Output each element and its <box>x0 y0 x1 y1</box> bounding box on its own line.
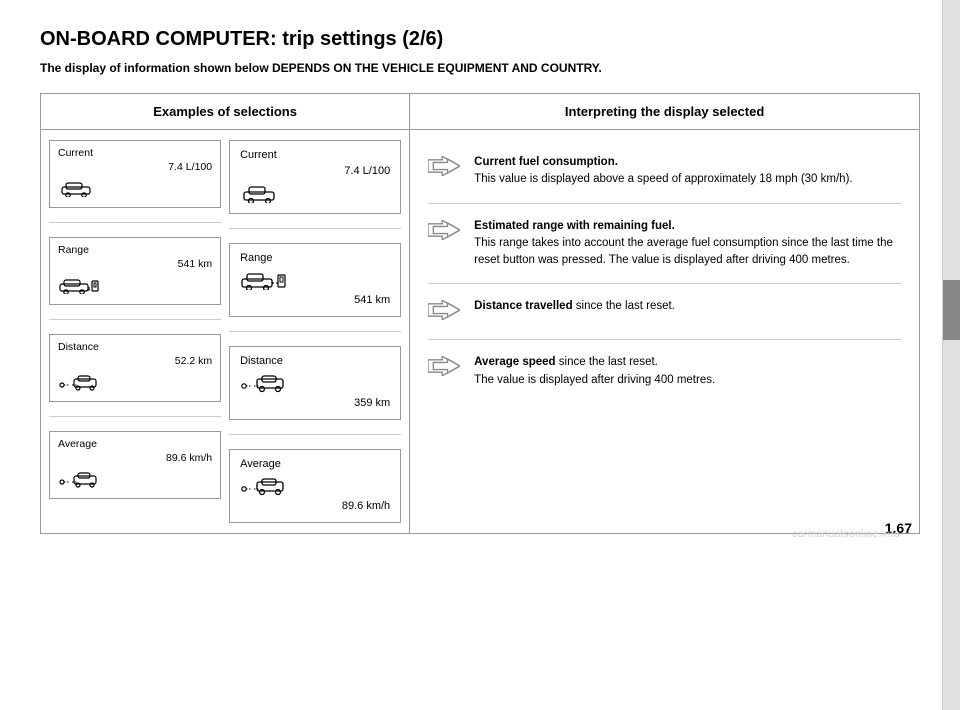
display-large-current: Current 7.4 L/100 <box>229 140 401 214</box>
odometer-car-icon-small <box>58 373 102 391</box>
sep3 <box>49 416 221 417</box>
interpret-col: Current fuel consumption. This value is … <box>410 130 920 534</box>
interpret-text-1: Current fuel consumption. This value is … <box>474 154 852 189</box>
range-label-left: Range <box>58 244 212 256</box>
display-large-average: Average <box>229 449 401 523</box>
interpret-rows: Current fuel consumption. This value is … <box>428 140 901 403</box>
watermark: carmanualsonline.info <box>792 529 900 540</box>
rsep3 <box>229 434 401 435</box>
page-title: ON-BOARD COMPUTER: trip settings (2/6) <box>40 28 920 51</box>
range-value-right: 541 km <box>240 294 390 306</box>
distance-icon-right <box>240 373 390 393</box>
examples-inner: Current 7.4 L/100 <box>49 140 401 523</box>
arrow-icon-3 <box>428 300 460 325</box>
range-value-left: 541 km <box>58 258 212 270</box>
range-icon-right <box>240 270 390 290</box>
interpret-row-3: Distance travelled since the last reset. <box>428 284 901 340</box>
car-icon-small <box>58 179 96 197</box>
average-value-right: 89.6 km/h <box>240 500 390 512</box>
arrow-icon-4 <box>428 356 460 381</box>
col1-header: Examples of selections <box>41 94 410 130</box>
display-large-distance: Distance <box>229 346 401 420</box>
interpret-text-4: Average speed since the last reset. The … <box>474 354 715 389</box>
interpret-row-4: Average speed since the last reset. The … <box>428 340 901 403</box>
display-box-range-left: Range 541 km <box>49 237 221 305</box>
page-subtitle: The display of information shown below D… <box>40 61 920 75</box>
car-fuel-icon-small <box>58 276 106 294</box>
odometer-car-icon-large <box>240 373 292 393</box>
examples-col: Current 7.4 L/100 <box>41 130 410 534</box>
current-label-right: Current <box>240 149 390 161</box>
current-value-left: 7.4 L/100 <box>58 161 212 173</box>
arrow-icon-2 <box>428 220 460 245</box>
current-icon-left <box>58 179 212 197</box>
col2-header: Interpreting the display selected <box>410 94 920 130</box>
car-fuel-icon-large <box>240 270 292 290</box>
sep2 <box>49 319 221 320</box>
sep1 <box>49 222 221 223</box>
average-icon-left <box>58 470 212 488</box>
range-label-right: Range <box>240 252 390 264</box>
average-icon-right <box>240 476 390 496</box>
interpret-row-1: Current fuel consumption. This value is … <box>428 140 901 204</box>
odometer-car-icon-small2 <box>58 470 102 488</box>
range-icon-left <box>58 276 212 294</box>
interpret-text-2: Estimated range with remaining fuel. Thi… <box>474 218 901 270</box>
rsep2 <box>229 331 401 332</box>
odometer-car-icon-large2 <box>240 476 292 496</box>
rsep1 <box>229 228 401 229</box>
examples-left: Current 7.4 L/100 <box>49 140 221 523</box>
main-table: Examples of selections Interpreting the … <box>40 93 920 534</box>
examples-right: Current 7.4 L/100 <box>229 140 401 523</box>
distance-value-right: 359 km <box>240 397 390 409</box>
arrow-icon-1 <box>428 156 460 181</box>
interpret-text-3: Distance travelled since the last reset. <box>474 298 675 315</box>
distance-label-left: Distance <box>58 341 212 353</box>
average-label-right: Average <box>240 458 390 470</box>
page-content: ON-BOARD COMPUTER: trip settings (2/6) T… <box>0 0 960 554</box>
display-box-average-left: Average 89.6 km/h <box>49 431 221 499</box>
interpret-row-2: Estimated range with remaining fuel. Thi… <box>428 204 901 285</box>
car-icon-large <box>240 183 284 203</box>
current-label-left: Current <box>58 147 212 159</box>
current-value-right: 7.4 L/100 <box>240 165 390 177</box>
display-large-range: Range <box>229 243 401 317</box>
distance-value-left: 52.2 km <box>58 355 212 367</box>
display-box-distance-left: Distance 52.2 km <box>49 334 221 402</box>
display-box-current-left: Current 7.4 L/100 <box>49 140 221 208</box>
distance-icon-left <box>58 373 212 391</box>
average-label-left: Average <box>58 438 212 450</box>
distance-label-right: Distance <box>240 355 390 367</box>
current-icon-right <box>240 183 390 203</box>
average-value-left: 89.6 km/h <box>58 452 212 464</box>
